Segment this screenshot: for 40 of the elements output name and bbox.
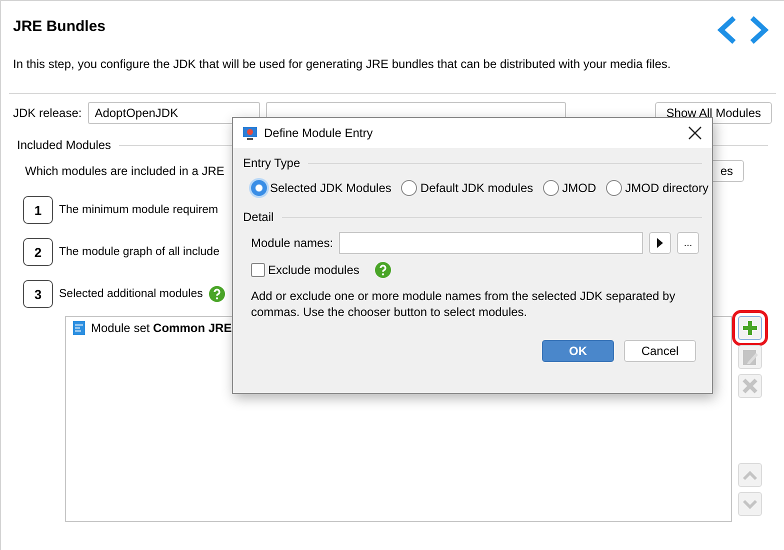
down-icon — [742, 498, 758, 510]
jdk-release-label: JDK release: — [13, 106, 82, 120]
field-label: Module names: — [251, 236, 334, 250]
group-label: Entry Type — [243, 156, 300, 170]
play-button[interactable] — [649, 232, 672, 254]
module-list-item[interactable]: Module set Common JRE — [91, 321, 232, 335]
question-text: Which modules are included in a JRE — [25, 164, 224, 178]
cancel-button[interactable]: Cancel — [624, 340, 696, 362]
help-icon[interactable] — [375, 262, 392, 278]
module-names-field[interactable] — [339, 232, 644, 254]
monitor-icon — [243, 126, 257, 140]
step-text: The minimum module requirem — [59, 204, 218, 216]
plus-icon — [742, 320, 758, 336]
up-icon — [742, 469, 758, 481]
step-number: 2 — [23, 238, 53, 266]
step-description: In this step, you configure the JDK that will be used for generating JRE bundles that can be distributed with your media files. — [12, 56, 672, 71]
document-icon — [72, 320, 86, 336]
delete-icon — [742, 378, 758, 394]
page-title: JRE Bundles — [13, 18, 106, 37]
play-icon — [657, 238, 664, 248]
step-number: 1 — [23, 196, 53, 224]
notepad-icon — [742, 348, 758, 366]
radio-option[interactable]: Default JDK modules — [401, 180, 534, 196]
radio-option[interactable]: JMOD — [543, 180, 596, 196]
step-text: Selected additional modules — [59, 288, 203, 300]
radio-option[interactable]: JMOD directory — [606, 180, 708, 196]
group-label: Detail — [243, 210, 274, 224]
close-icon[interactable] — [688, 126, 702, 140]
dialog-title: Define Module Entry — [264, 126, 374, 140]
section-title: Included Modules — [17, 138, 112, 152]
radio-option[interactable]: Selected JDK Modules — [251, 180, 392, 196]
back-icon[interactable] — [716, 15, 738, 45]
step-number: 3 — [23, 280, 53, 308]
chooser-button[interactable]: ... — [677, 232, 700, 254]
help-icon[interactable] — [208, 286, 225, 302]
forward-icon[interactable] — [748, 15, 770, 45]
exclude-checkbox[interactable]: Exclude modules — [251, 263, 360, 277]
ok-button[interactable]: OK — [542, 340, 614, 362]
hint-text: Add or exclude one or more module names from the selected JDK separated by commas. Use the chooser button to select modules. — [250, 288, 676, 320]
step-text: The module graph of all include — [59, 246, 220, 258]
